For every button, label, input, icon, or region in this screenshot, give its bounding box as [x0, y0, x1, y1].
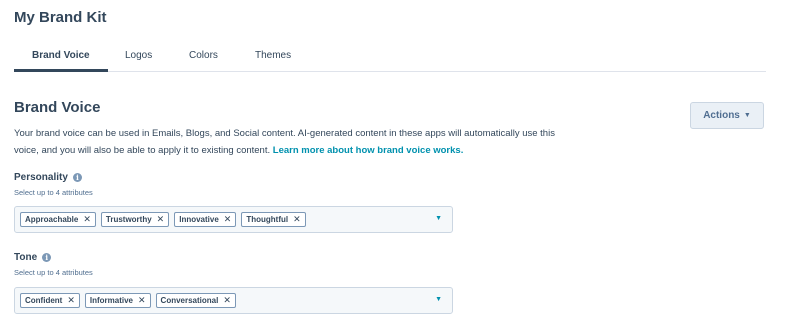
chip-label: Thoughtful — [246, 215, 289, 224]
info-icon[interactable]: i — [42, 253, 52, 262]
tone-label: Tone — [14, 252, 38, 263]
chevron-down-icon[interactable]: ▼ — [435, 215, 442, 222]
actions-button[interactable]: Actions ▼ — [690, 102, 764, 129]
tab-themes[interactable]: Themes — [255, 50, 291, 61]
tab-brand-voice[interactable]: Brand Voice — [32, 50, 90, 61]
info-icon[interactable]: i — [72, 173, 82, 182]
chip-label: Confident — [25, 296, 63, 305]
close-icon[interactable]: ✕ — [138, 295, 146, 306]
personality-field-label: Personality i — [14, 172, 82, 183]
close-icon[interactable]: ✕ — [293, 214, 301, 225]
personality-chip: Trustworthy ✕ — [100, 212, 170, 227]
tone-help-text: Select up to 4 attributes — [14, 268, 93, 277]
tab-logos[interactable]: Logos — [125, 50, 152, 61]
personality-chip: Thoughtful ✕ — [241, 212, 306, 227]
personality-chip: Innovative ✕ — [174, 212, 237, 227]
chip-label: Approachable — [25, 215, 79, 224]
tab-bar: Brand Voice Logos Colors Themes — [14, 44, 766, 72]
actions-button-label: Actions — [703, 110, 740, 121]
brand-voice-description: Your brand voice can be used in Emails, … — [14, 125, 574, 159]
chip-label: Innovative — [179, 215, 219, 224]
close-icon[interactable]: ✕ — [83, 214, 91, 225]
page-title: My Brand Kit — [14, 9, 107, 26]
tone-chip: Confident ✕ — [20, 293, 80, 308]
tab-colors[interactable]: Colors — [189, 50, 218, 61]
chip-label: Conversational — [160, 296, 219, 305]
personality-help-text: Select up to 4 attributes — [14, 188, 93, 197]
section-title: Brand Voice — [14, 99, 101, 116]
tone-field-label: Tone i — [14, 252, 52, 263]
personality-label: Personality — [14, 172, 68, 183]
learn-more-link[interactable]: Learn more about how brand voice works. — [273, 145, 464, 156]
chip-label: Informative — [89, 296, 133, 305]
close-icon[interactable]: ✕ — [224, 214, 232, 225]
tone-chip: Informative ✕ — [84, 293, 151, 308]
chevron-down-icon[interactable]: ▼ — [435, 296, 442, 303]
personality-select[interactable]: Approachable ✕ Trustworthy ✕ Innovative … — [14, 206, 453, 233]
tone-select[interactable]: Confident ✕ Informative ✕ Conversational… — [14, 287, 453, 314]
personality-chip: Approachable ✕ — [20, 212, 96, 227]
close-icon[interactable]: ✕ — [223, 295, 231, 306]
close-icon[interactable]: ✕ — [67, 295, 75, 306]
chip-label: Trustworthy — [105, 215, 152, 224]
tone-chip: Conversational ✕ — [155, 293, 236, 308]
caret-down-icon: ▼ — [743, 112, 751, 119]
active-tab-indicator — [14, 69, 108, 72]
close-icon[interactable]: ✕ — [157, 214, 165, 225]
